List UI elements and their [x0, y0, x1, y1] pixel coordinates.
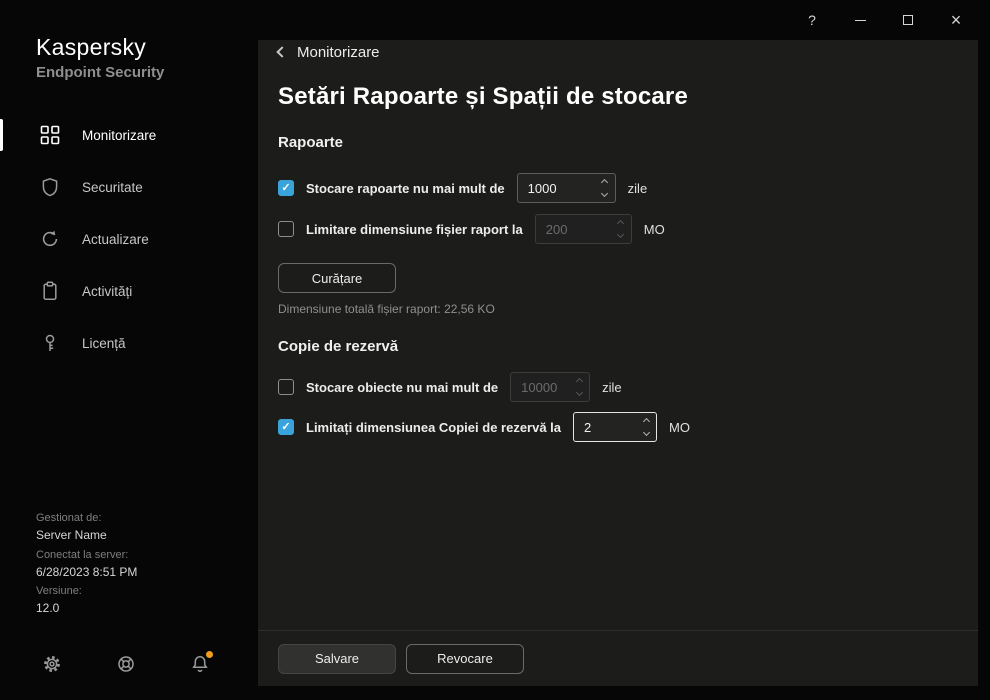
spinner-down-button[interactable] [595, 188, 615, 202]
limit-report-size-spinner [535, 214, 632, 244]
version-label: Versiune: [36, 585, 137, 598]
store-reports-row: ✓ Stocare rapoarte nu mai mult de zile [278, 172, 958, 204]
help-button[interactable]: ? [792, 0, 832, 40]
chevron-up-icon [642, 418, 649, 425]
sidebar-item-label: Actualizare [82, 232, 149, 247]
help-icon: ? [808, 12, 816, 28]
refresh-icon [40, 229, 60, 249]
key-icon [40, 333, 60, 353]
limit-report-size-checkbox[interactable]: ✓ [278, 221, 294, 237]
sidebar-footer-icons [42, 654, 210, 674]
unit-label-days: zile [628, 181, 648, 196]
sidebar-item-label: Activități [82, 284, 132, 299]
sidebar-item-label: Monitorizare [82, 128, 156, 143]
chevron-up-icon [617, 220, 624, 227]
action-bar: Salvare Revocare [258, 630, 978, 686]
check-icon: ✓ [281, 422, 290, 433]
connected-value: 6/28/2023 8:51 PM [36, 565, 137, 579]
spinner-arrows [569, 373, 589, 401]
notifications-bell-icon[interactable] [190, 654, 210, 674]
spinner-arrows [611, 215, 631, 243]
store-objects-label[interactable]: Stocare obiecte nu mai mult de [306, 380, 498, 395]
shield-icon [40, 177, 60, 197]
spinner-down-button[interactable] [636, 427, 656, 441]
spinner-arrows [595, 174, 615, 202]
unit-label-days: zile [602, 380, 622, 395]
close-button[interactable]: × [936, 0, 976, 40]
maximize-icon [903, 15, 913, 25]
store-objects-checkbox[interactable]: ✓ [278, 379, 294, 395]
sidebar-item-securitate[interactable]: Securitate [0, 161, 258, 213]
section-heading-reports: Rapoarte [278, 134, 958, 152]
active-indicator [0, 119, 3, 151]
save-button[interactable]: Salvare [278, 644, 396, 674]
sidebar-item-monitorizare[interactable]: Monitorizare [0, 109, 258, 161]
minimize-icon [855, 20, 866, 21]
settings-gear-icon[interactable] [42, 654, 62, 674]
limit-backup-size-checkbox[interactable]: ✓ [278, 419, 294, 435]
close-icon: × [951, 10, 962, 31]
managed-by-label: Gestionat de: [36, 512, 137, 525]
spinner-down-button [569, 387, 589, 401]
chevron-left-icon [276, 46, 287, 57]
chevron-down-icon [617, 231, 624, 238]
clear-button[interactable]: Curățare [278, 263, 396, 293]
spinner-arrows [636, 413, 656, 441]
sidebar-item-actualizare[interactable]: Actualizare [0, 213, 258, 265]
limit-backup-size-spinner [573, 412, 657, 442]
cancel-button[interactable]: Revocare [406, 644, 524, 674]
unit-label-mb: MO [644, 222, 665, 237]
sidebar: Kaspersky Endpoint Security Monitorizare… [0, 0, 258, 700]
back-label: Monitorizare [297, 44, 380, 61]
unit-label-mb: MO [669, 420, 690, 435]
maximize-button[interactable] [888, 0, 928, 40]
chevron-up-icon [601, 179, 608, 186]
limit-backup-size-label[interactable]: Limitați dimensiunea Copiei de rezervă l… [306, 420, 561, 435]
minimize-button[interactable] [840, 0, 880, 40]
total-report-size-caption: Dimensiune totală fișier raport: 22,56 K… [278, 302, 958, 316]
store-reports-checkbox[interactable]: ✓ [278, 180, 294, 196]
main-panel: Monitorizare Setări Rapoarte și Spații d… [258, 40, 978, 686]
sidebar-item-activitati[interactable]: Activități [0, 265, 258, 317]
spinner-up-button [569, 373, 589, 387]
titlebar: ? × [792, 0, 976, 40]
chevron-down-icon [642, 429, 649, 436]
version-value: 12.0 [36, 601, 137, 615]
store-objects-row: ✓ Stocare obiecte nu mai mult de zile [278, 371, 958, 403]
managed-by-value: Server Name [36, 528, 137, 542]
server-info: Gestionat de: Server Name Conectat la se… [36, 512, 137, 616]
connected-label: Conectat la server: [36, 549, 137, 562]
brand-product: Endpoint Security [36, 64, 258, 81]
spinner-up-button[interactable] [636, 413, 656, 427]
limit-report-size-row: ✓ Limitare dimensiune fișier raport la M… [278, 213, 958, 245]
sidebar-item-label: Licență [82, 336, 126, 351]
monitoring-grid-icon [40, 125, 60, 145]
spinner-down-button [611, 229, 631, 243]
check-icon: ✓ [281, 183, 290, 194]
app-window: { "colors": { "accent": "#3BA3DC", "noti… [0, 0, 990, 700]
sidebar-nav: Monitorizare Securitate Actualizare Acti… [0, 109, 258, 369]
store-reports-days-spinner [517, 173, 616, 203]
settings-content: Monitorizare Setări Rapoarte și Spații d… [258, 40, 978, 443]
back-breadcrumb[interactable]: Monitorizare [278, 42, 380, 62]
brand-logo: Kaspersky Endpoint Security [0, 0, 258, 81]
chevron-up-icon [576, 378, 583, 385]
chevron-down-icon [601, 190, 608, 197]
support-icon[interactable] [116, 654, 136, 674]
sidebar-item-licenta[interactable]: Licență [0, 317, 258, 369]
limit-backup-size-row: ✓ Limitați dimensiunea Copiei de rezervă… [278, 411, 958, 443]
clipboard-icon [40, 281, 60, 301]
page-title: Setări Rapoarte și Spații de stocare [278, 82, 958, 112]
store-objects-days-spinner [510, 372, 590, 402]
brand-name: Kaspersky [36, 34, 258, 61]
chevron-down-icon [576, 389, 583, 396]
spinner-up-button[interactable] [595, 174, 615, 188]
spinner-up-button [611, 215, 631, 229]
notification-badge [206, 651, 213, 658]
store-reports-label[interactable]: Stocare rapoarte nu mai mult de [306, 181, 505, 196]
sidebar-item-label: Securitate [82, 180, 143, 195]
section-heading-backup: Copie de rezervă [278, 338, 958, 356]
limit-report-size-label[interactable]: Limitare dimensiune fișier raport la [306, 222, 523, 237]
